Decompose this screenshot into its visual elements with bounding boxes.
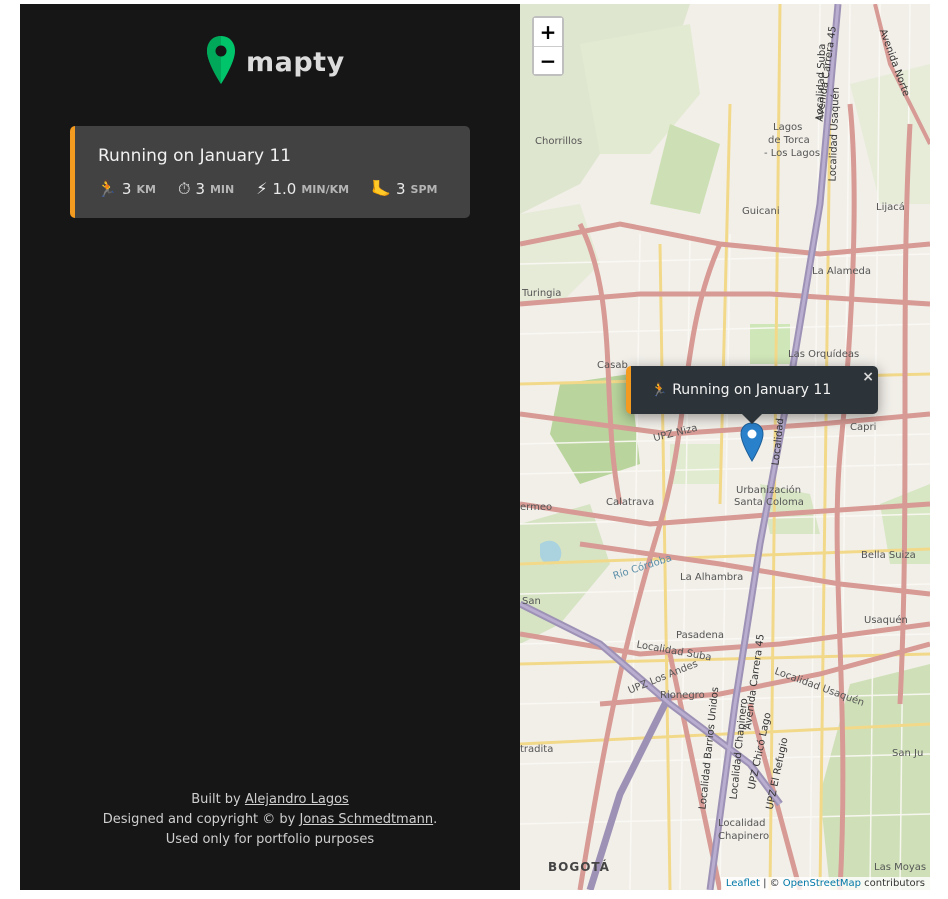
stopwatch-icon: ⏱ [177,179,191,198]
map-label-la-alameda: La Alameda [812,266,871,277]
footer: Built by Alejandro Lagos Designed and co… [20,790,520,850]
lightning-icon: ⚡ [256,179,268,198]
cadence-value: 3 [395,180,406,198]
map-label-calatrava: Calatrava [606,497,655,508]
zoom-in-button[interactable]: + [534,18,562,46]
map-label-chapinero: Chapinero [718,831,770,842]
attribution-separator: | © [759,878,783,889]
map-label-bogota: BOGOTÁ [548,860,610,874]
openstreetmap-link[interactable]: OpenStreetMap [783,878,861,889]
logo-text: mapty [246,46,345,78]
sidebar: mapty Running on January 11 🏃 3 km ⏱ 3 m… [20,4,520,890]
map-label-las-moyas: Las Moyas [874,862,927,873]
popup-content: 🏃 Running on January 11 [651,382,831,398]
map-label-lijaca: Lijacá [876,202,905,213]
running-icon: 🏃 [97,179,117,198]
footer-built-by-prefix: Built by [191,792,245,807]
workout-detail-cadence: 🦶 3 spm [371,180,437,198]
map-label-pasadena: Pasadena [676,630,725,641]
footer-copyright-prefix: Designed and copyright © by [102,812,300,827]
cadence-unit: spm [410,182,438,196]
map-label-chorrillos: Chorrillos [535,136,583,147]
map-label-usaquen: Usaquén [864,615,908,626]
pace-value: 1.0 [272,180,297,198]
duration-value: 3 [195,180,205,198]
distance-unit: km [136,182,156,196]
workout-detail-distance: 🏃 3 km [97,180,156,198]
duration-unit: min [209,182,235,196]
map-label-tradita: tradita [520,744,554,755]
map-label-las-orquideas: Las Orquídeas [788,349,860,360]
map-pin-logo-icon [206,34,236,90]
map-attribution: Leaflet | © OpenStreetMap contributors [720,877,930,890]
map-label-rionegro: Rionegro [660,690,705,701]
map-label-casab: Casab [597,360,628,371]
map-label-urbanizacion: Urbanización [736,485,802,496]
footprint-icon: 🦶 [371,179,391,198]
popup-close-button[interactable]: × [862,369,874,385]
footer-line-built-by: Built by Alejandro Lagos [20,790,520,810]
designer-link[interactable]: Jonas Schmedtmann [300,812,434,827]
workout-title: Running on January 11 [98,146,292,166]
map[interactable]: Chorrillos Lagos de Torca - Los Lagos Gu… [520,4,930,890]
workout-detail-pace: ⚡ 1.0 min/km [256,180,349,198]
workout-card[interactable]: Running on January 11 🏃 3 km ⏱ 3 min ⚡ 1… [70,126,470,218]
workout-popup: 🏃 Running on January 11 × [626,366,878,414]
author-link[interactable]: Alejandro Lagos [245,792,349,807]
map-label-localidad: Localidad [718,818,766,829]
map-label-san-ju: San Ju [892,748,924,759]
pace-unit: min/km [301,182,350,196]
map-label-san: San [522,596,541,607]
map-marker-icon[interactable] [740,422,764,466]
running-icon: 🏃 [651,382,668,398]
map-label-de-torca: de Torca [768,135,810,146]
leaflet-link[interactable]: Leaflet [726,878,760,889]
distance-value: 3 [121,180,132,198]
map-label-capri: Capri [850,422,877,433]
logo: mapty [206,34,345,90]
popup-tip [742,414,762,424]
workout-detail-duration: ⏱ 3 min [178,180,234,198]
footer-line-portfolio: Used only for portfolio purposes [165,832,375,847]
footer-line-copyright: Designed and copyright © by Jonas Schmed… [20,810,520,830]
map-label-lagos: Lagos [773,122,803,133]
map-label-guicani: Guicani [742,206,780,217]
attribution-suffix: contributors [861,878,925,889]
footer-copyright-suffix: . [433,812,438,827]
map-label-ermeo: ermeo [520,502,553,513]
map-label-bella-suiza: Bella Suiza [861,550,916,561]
map-label-la-alhambra: La Alhambra [680,572,744,583]
map-label-santa-coloma: Santa Coloma [734,497,804,508]
zoom-control: + − [532,16,564,76]
popup-text: Running on January 11 [672,382,832,398]
map-label-turingia: Turingia [522,288,562,299]
workout-details: 🏃 3 km ⏱ 3 min ⚡ 1.0 min/km 🦶 3 spm [97,180,437,198]
map-label-los-lagos: - Los Lagos [764,148,821,159]
zoom-out-button[interactable]: − [534,46,562,74]
